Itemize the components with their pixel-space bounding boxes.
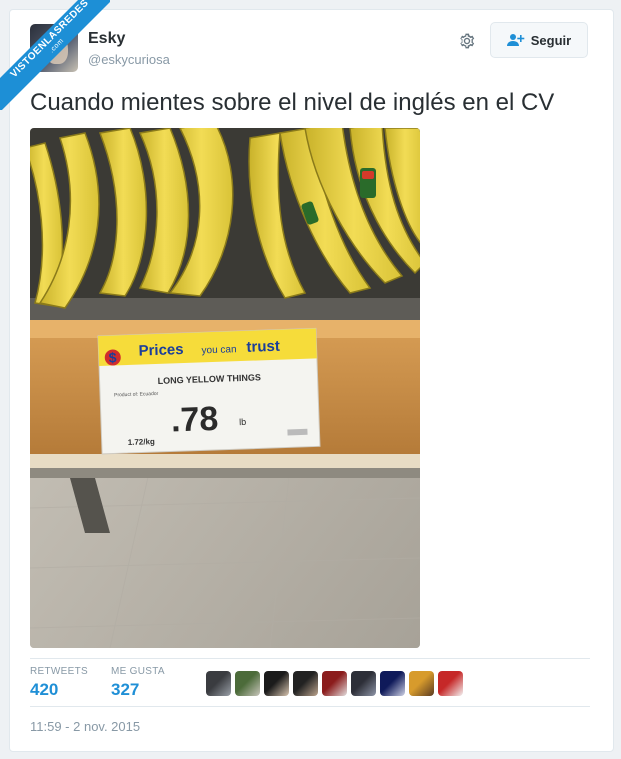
liker-avatar[interactable] <box>438 671 463 696</box>
watermark-ribbon: VISTOENLASREDES .com <box>0 0 110 110</box>
likes-count[interactable]: 327 <box>111 680 139 700</box>
sign-per-kg: 1.72/kg <box>128 437 156 447</box>
sign-price: .78 <box>170 400 219 440</box>
liker-avatar[interactable] <box>409 671 434 696</box>
liker-avatar[interactable] <box>293 671 318 696</box>
svg-text:$: $ <box>108 349 117 365</box>
divider-top <box>30 658 590 659</box>
timestamp[interactable]: 11:59 - 2 nov. 2015 <box>30 719 140 734</box>
liker-avatar[interactable] <box>206 671 231 696</box>
watermark-line1: VISTOENLASREDES <box>8 0 92 81</box>
add-user-icon <box>506 34 525 46</box>
liker-avatar[interactable] <box>235 671 260 696</box>
sign-prices: Prices <box>138 341 184 360</box>
liker-avatar[interactable] <box>264 671 289 696</box>
sign-you-can: you can <box>201 344 236 356</box>
liker-avatar[interactable] <box>322 671 347 696</box>
tweet-text: Cuando mientes sobre el nivel de inglés … <box>30 89 555 116</box>
retweets-label[interactable]: RETWEETS <box>30 666 88 677</box>
divider-bottom <box>30 706 590 707</box>
liker-avatar[interactable] <box>351 671 376 696</box>
tweet-photo[interactable]: $ Prices you can trust LONG YELLOW THING… <box>30 128 420 648</box>
watermark-line2: .com <box>48 37 66 55</box>
sign-unit: lb <box>239 417 246 427</box>
retweets-count[interactable]: 420 <box>30 680 58 700</box>
watermark-text: VISTOENLASREDES .com <box>0 0 110 110</box>
liker-avatar[interactable] <box>380 671 405 696</box>
follow-label: Seguir <box>530 32 572 48</box>
banana-photo-illustration: $ Prices you can trust LONG YELLOW THING… <box>30 128 420 648</box>
likes-label[interactable]: ME GUSTA <box>111 666 165 677</box>
sign-trust: trust <box>246 338 280 356</box>
follow-button[interactable]: Seguir <box>490 22 588 58</box>
liker-avatars <box>206 671 463 696</box>
gear-icon[interactable] <box>456 30 478 52</box>
